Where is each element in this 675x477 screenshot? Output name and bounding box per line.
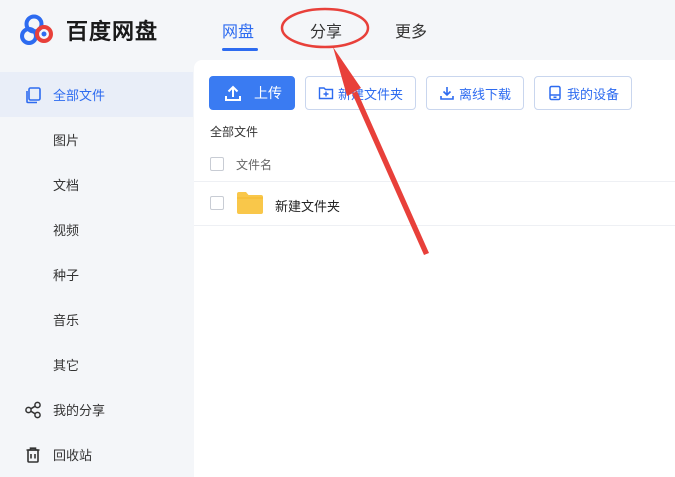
active-tab-indicator xyxy=(222,48,258,51)
app-logo[interactable]: 百度网盘 xyxy=(20,14,158,46)
sidebar-item-documents[interactable]: 文档 xyxy=(0,162,193,207)
sidebar-item-all-files[interactable]: 全部文件 xyxy=(0,72,193,117)
new-folder-button-label: 新建文件夹 xyxy=(338,87,404,103)
my-devices-button-label: 我的设备 xyxy=(567,87,620,103)
file-name[interactable]: 新建文件夹 xyxy=(275,196,340,215)
download-icon xyxy=(440,87,454,100)
my-devices-button[interactable]: 我的设备 xyxy=(534,76,632,110)
tab-netdisk[interactable]: 网盘 xyxy=(222,18,254,42)
share-icon xyxy=(25,401,41,419)
folder-icon xyxy=(237,192,263,214)
sidebar-item-images[interactable]: 图片 xyxy=(0,117,193,162)
sidebar-item-label: 文档 xyxy=(53,179,80,194)
new-folder-button[interactable]: 新建文件夹 xyxy=(305,76,416,110)
sidebar-item-my-shares[interactable]: 我的分享 xyxy=(0,387,193,432)
sidebar-item-label: 回收站 xyxy=(53,449,93,464)
sidebar-item-label: 图片 xyxy=(53,134,80,149)
table-row[interactable]: 新建文件夹 xyxy=(194,182,675,226)
tab-share[interactable]: 分享 xyxy=(310,18,342,42)
top-bar: 百度网盘 网盘 分享 更多 xyxy=(0,0,675,60)
files-icon xyxy=(26,87,41,104)
offline-download-button[interactable]: 离线下载 xyxy=(426,76,524,110)
sidebar-item-music[interactable]: 音乐 xyxy=(0,297,193,342)
sidebar-item-label: 种子 xyxy=(53,269,80,284)
sidebar-item-others[interactable]: 其它 xyxy=(0,342,193,387)
file-table-header: 文件名 xyxy=(194,146,675,182)
row-checkbox[interactable] xyxy=(210,196,224,210)
column-header-filename[interactable]: 文件名 xyxy=(236,156,272,173)
device-icon xyxy=(549,85,561,101)
upload-button-label: 上传 xyxy=(254,86,282,102)
offline-download-button-label: 离线下载 xyxy=(459,87,512,103)
new-folder-icon xyxy=(318,87,334,100)
app-title: 百度网盘 xyxy=(66,20,159,45)
sidebar-item-videos[interactable]: 视频 xyxy=(0,207,193,252)
sidebar-item-recycle-bin[interactable]: 回收站 xyxy=(0,432,193,477)
sidebar: 全部文件 图片 文档 视频 种子 音乐 其它 我的分享 回收站 xyxy=(0,72,193,477)
baidu-cloud-logo-icon xyxy=(20,14,53,45)
breadcrumb[interactable]: 全部文件 xyxy=(210,123,258,140)
sidebar-item-torrents[interactable]: 种子 xyxy=(0,252,193,297)
tab-more[interactable]: 更多 xyxy=(395,18,427,42)
sidebar-item-label: 视频 xyxy=(53,224,80,239)
sidebar-item-label: 全部文件 xyxy=(53,89,106,104)
select-all-checkbox[interactable] xyxy=(210,157,224,171)
trash-icon xyxy=(26,447,40,463)
sidebar-item-label: 我的分享 xyxy=(53,404,106,419)
file-panel: 上传 新建文件夹 离线下载 我的设备 全部文件 文件名 新建文件夹 xyxy=(194,60,675,477)
sidebar-item-label: 音乐 xyxy=(53,314,80,329)
upload-icon xyxy=(225,85,241,101)
upload-button[interactable]: 上传 xyxy=(209,76,295,110)
sidebar-item-label: 其它 xyxy=(53,359,80,374)
